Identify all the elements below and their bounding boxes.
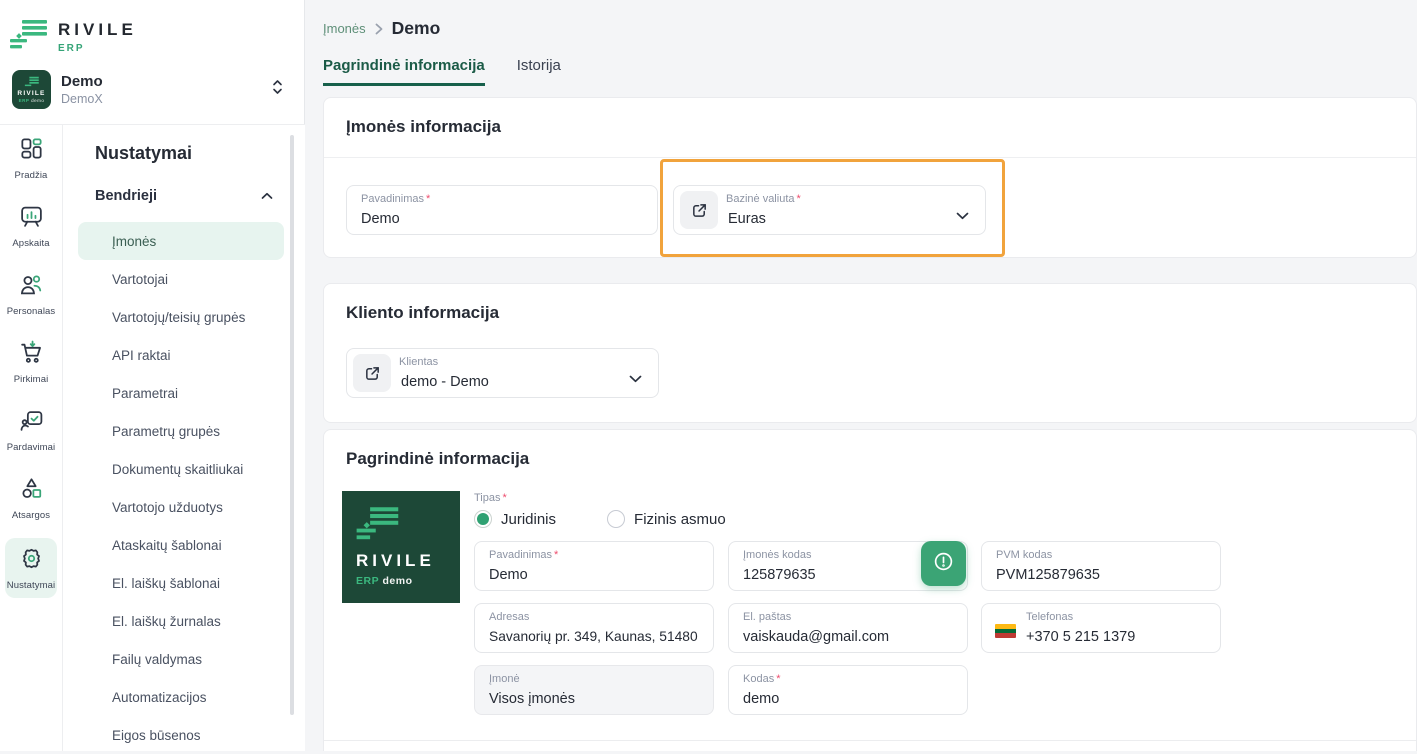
chevron-down-icon bbox=[956, 207, 969, 225]
gear-icon bbox=[19, 546, 44, 576]
main-content: Įmonės Demo Pagrindinė informacija Istor… bbox=[305, 0, 1417, 751]
rail-item-atsargos[interactable]: Atsargos bbox=[0, 476, 62, 521]
workspace-code: DemoX bbox=[61, 92, 271, 106]
rail-item-apskaita[interactable]: Apskaita bbox=[0, 204, 62, 249]
sidebar-item-vartotojo-uzduotys[interactable]: Vartotojo užduotys bbox=[63, 488, 305, 526]
sidebar-item-api-raktai[interactable]: API raktai bbox=[63, 336, 305, 374]
unfold-icon[interactable] bbox=[271, 79, 284, 100]
main-info-title: Pagrindinė informacija bbox=[346, 449, 529, 469]
shapes-icon bbox=[19, 476, 44, 506]
workspace-logo-tile: RIVILE ERP demo bbox=[12, 70, 51, 109]
chevron-down-icon bbox=[629, 370, 642, 388]
company-logo-image: RIVILE ERP demo bbox=[342, 491, 460, 603]
tab-pagrindine-informacija[interactable]: Pagrindinė informacija bbox=[323, 57, 485, 86]
rivile-bars-icon bbox=[356, 505, 400, 541]
rivile-logo-icon bbox=[10, 18, 48, 55]
chevron-up-icon bbox=[261, 187, 273, 205]
rail-item-nustatymai[interactable]: Nustatymai bbox=[5, 538, 57, 598]
client-value: demo - Demo bbox=[401, 374, 489, 390]
workspace-name: Demo bbox=[61, 73, 271, 90]
company-scope-field: Įmonė Visos įmonės bbox=[474, 665, 714, 715]
sidebar-item-el-laisku-zurnalas[interactable]: El. laiškų žurnalas bbox=[63, 602, 305, 640]
tab-bar: Pagrindinė informacija Istorija bbox=[323, 57, 561, 86]
company-name-field[interactable]: Pavadinimas* Demo bbox=[346, 185, 658, 235]
external-link-icon[interactable] bbox=[680, 191, 718, 229]
company-name-value: Demo bbox=[361, 211, 400, 227]
type-label: Tipas* bbox=[474, 492, 507, 504]
breadcrumb-parent-link[interactable]: Įmonės bbox=[323, 21, 366, 36]
address-field[interactable]: Adresas Savanorių pr. 349, Kaunas, 51480 bbox=[474, 603, 714, 653]
sidebar-item-failu-valdymas[interactable]: Failų valdymas bbox=[63, 640, 305, 678]
rivile-mini-bars-icon bbox=[24, 76, 40, 88]
brand-product: ERP bbox=[58, 43, 137, 54]
rail-item-pardavimai[interactable]: Pardavimai bbox=[0, 408, 62, 453]
circle-exclamation-icon bbox=[933, 551, 954, 577]
sidebar-scrollbar[interactable] bbox=[290, 135, 294, 715]
sidebar-item-dokumentu-skaitliukai[interactable]: Dokumentų skaitliukai bbox=[63, 450, 305, 488]
breadcrumb: Įmonės Demo bbox=[323, 18, 440, 39]
company-info-card: Įmonės informacija Pavadinimas* Demo Baz… bbox=[323, 97, 1417, 258]
phone-field[interactable]: Telefonas +370 5 215 1379 bbox=[981, 603, 1221, 653]
app-root: RIVILE ERP RIVILE ERP demo Demo bbox=[0, 0, 1417, 751]
sidebar-item-parametru-grupes[interactable]: Parametrų grupės bbox=[63, 412, 305, 450]
email-field[interactable]: El. paštas vaiskauda@gmail.com bbox=[728, 603, 968, 653]
sidebar-item-el-laisku-sablonai[interactable]: El. laiškų šablonai bbox=[63, 564, 305, 602]
sidebar-item-vartotoju-teisiu-grupes[interactable]: Vartotojų/teisių grupės bbox=[63, 298, 305, 336]
menu-group-bendrieji[interactable]: Bendrieji bbox=[95, 187, 273, 205]
brand-logo: RIVILE ERP bbox=[10, 18, 137, 55]
rail-item-personalas[interactable]: Personalas bbox=[0, 272, 62, 317]
workspace-selector[interactable]: RIVILE ERP demo Demo DemoX bbox=[12, 68, 294, 110]
sidebar-item-parametrai[interactable]: Parametrai bbox=[63, 374, 305, 412]
base-currency-value: Euras bbox=[728, 211, 766, 227]
company-info-title: Įmonės informacija bbox=[346, 117, 501, 137]
type-radio-group: Juridinis Fizinis asmuo bbox=[474, 510, 726, 528]
sales-screen-icon bbox=[19, 408, 44, 438]
sidebar-item-vartotojai[interactable]: Vartotojai bbox=[63, 260, 305, 298]
name-field[interactable]: Pavadinimas* Demo bbox=[474, 541, 714, 591]
people-icon bbox=[19, 272, 44, 302]
sidebar-item-ataskaitu-sablonai[interactable]: Ataskaitų šablonai bbox=[63, 526, 305, 564]
brand-name: RIVILE bbox=[58, 20, 137, 40]
radio-juridinis[interactable] bbox=[474, 510, 492, 528]
client-info-card: Kliento informacija Klientas demo - Demo bbox=[323, 283, 1417, 423]
sidebar-item-automatizacijos[interactable]: Automatizacijos bbox=[63, 678, 305, 716]
radio-fizinis-asmuo[interactable] bbox=[607, 510, 625, 528]
card-divider bbox=[324, 740, 1416, 741]
icon-rail: Pradžia Apskaita Persona bbox=[0, 125, 63, 751]
page-title: Demo bbox=[392, 18, 441, 39]
base-currency-select[interactable]: Bazinė valiuta* Euras bbox=[673, 185, 986, 235]
menu-title: Nustatymai bbox=[95, 143, 192, 164]
main-info-card: Pagrindinė informacija RIVILE ERP demo T… bbox=[323, 429, 1417, 751]
card-divider bbox=[324, 157, 1416, 158]
sidebar-item-imones[interactable]: Įmonės bbox=[78, 222, 284, 260]
rail-item-pirkimai[interactable]: Pirkimai bbox=[0, 340, 62, 385]
left-column: RIVILE ERP RIVILE ERP demo Demo bbox=[0, 0, 305, 751]
chart-board-icon bbox=[19, 204, 44, 234]
vat-code-field[interactable]: PVM kodas PVM125879635 bbox=[981, 541, 1221, 591]
client-select[interactable]: Klientas demo - Demo bbox=[346, 348, 659, 398]
workspace-header: RIVILE ERP RIVILE ERP demo Demo bbox=[0, 0, 305, 125]
settings-menu: Nustatymai Bendrieji Įmonės Vartotojai V… bbox=[63, 125, 305, 751]
code-field[interactable]: Kodas* demo bbox=[728, 665, 968, 715]
external-link-icon[interactable] bbox=[353, 354, 391, 392]
dashboard-icon bbox=[19, 136, 44, 166]
breadcrumb-chevron-icon bbox=[375, 23, 383, 35]
company-code-lookup-button[interactable] bbox=[921, 541, 966, 586]
rail-item-pradzia[interactable]: Pradžia bbox=[0, 136, 62, 181]
tab-istorija[interactable]: Istorija bbox=[517, 57, 561, 86]
client-info-title: Kliento informacija bbox=[346, 303, 499, 323]
lithuania-flag-icon[interactable] bbox=[995, 624, 1016, 638]
cart-icon bbox=[19, 340, 44, 370]
sidebar-item-eigos-busenos[interactable]: Eigos būsenos bbox=[63, 716, 305, 754]
